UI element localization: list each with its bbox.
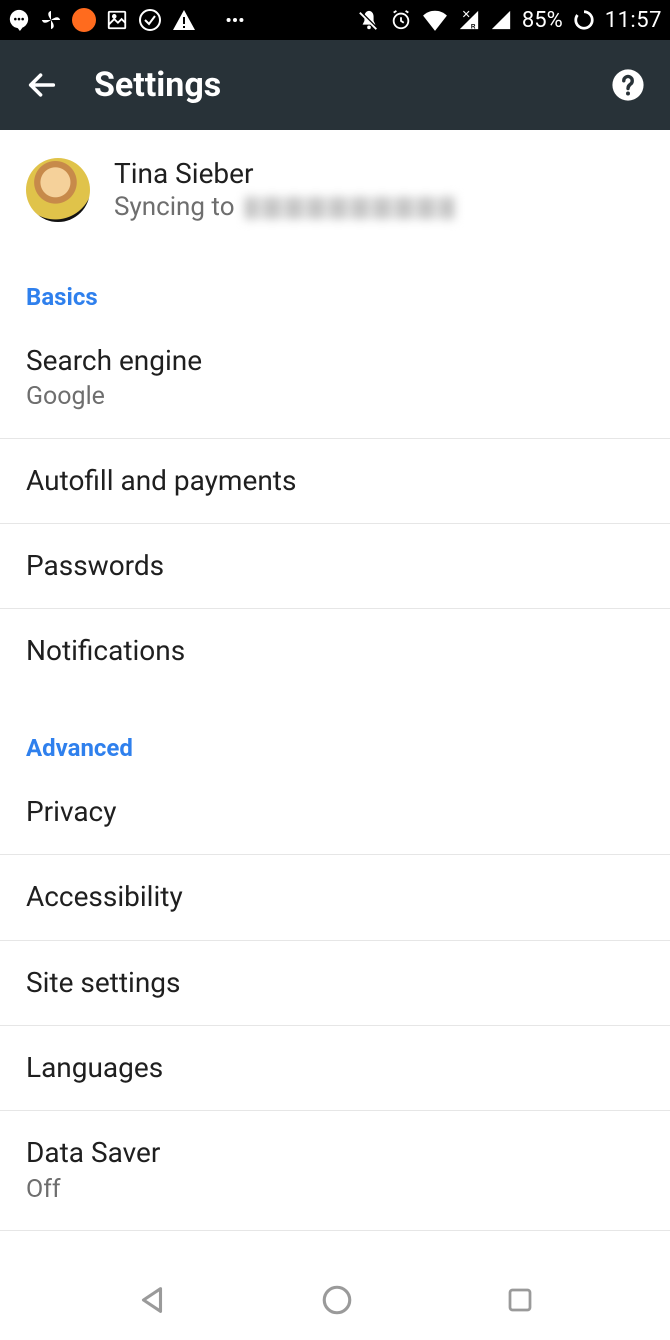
setting-title: Languages xyxy=(26,1050,644,1086)
setting-title: Site settings xyxy=(26,965,644,1001)
section-header-basics: Basics xyxy=(0,243,670,319)
status-left-icons xyxy=(8,7,246,33)
settings-content: Tina Sieber Syncing to Basics Search eng… xyxy=(0,130,670,1260)
nav-home-button[interactable] xyxy=(320,1283,354,1317)
alarm-icon xyxy=(390,7,412,33)
setting-autofill-payments[interactable]: Autofill and payments xyxy=(0,439,670,524)
setting-title: Search engine xyxy=(26,343,644,379)
setting-subtitle: Off xyxy=(26,1174,644,1207)
orange-dot-icon xyxy=(72,7,96,33)
setting-accessibility[interactable]: Accessibility xyxy=(0,855,670,940)
warning-icon xyxy=(172,7,196,33)
svg-text:R: R xyxy=(471,23,476,30)
battery-ring-icon xyxy=(573,7,595,33)
setting-title: Data Saver xyxy=(26,1135,644,1171)
battery-percent: 85% xyxy=(522,8,563,33)
svg-text:✕: ✕ xyxy=(462,9,471,21)
pinwheel-icon xyxy=(40,7,62,33)
blurred-email xyxy=(245,197,455,219)
section-header-advanced: Advanced xyxy=(0,694,670,770)
setting-site-settings[interactable]: Site settings xyxy=(0,941,670,1026)
back-button[interactable] xyxy=(18,61,66,109)
avatar xyxy=(26,158,90,222)
setting-title: Notifications xyxy=(26,633,644,669)
account-row[interactable]: Tina Sieber Syncing to xyxy=(0,130,670,243)
setting-title: Accessibility xyxy=(26,879,644,915)
setting-title: Autofill and payments xyxy=(26,463,644,499)
page-title: Settings xyxy=(94,65,576,105)
system-nav-bar xyxy=(0,1260,670,1340)
signal-roaming-icon: R✕ xyxy=(458,7,480,33)
help-button[interactable] xyxy=(604,61,652,109)
setting-passwords[interactable]: Passwords xyxy=(0,524,670,609)
wifi-icon xyxy=(422,7,448,33)
setting-privacy[interactable]: Privacy xyxy=(0,770,670,855)
signal-icon xyxy=(490,7,512,33)
setting-languages[interactable]: Languages xyxy=(0,1026,670,1111)
clock-time: 11:57 xyxy=(605,8,662,33)
setting-search-engine[interactable]: Search engine Google xyxy=(0,319,670,439)
check-circle-icon xyxy=(138,7,162,33)
picture-icon xyxy=(106,7,128,33)
nav-back-button[interactable] xyxy=(135,1283,169,1317)
setting-notifications[interactable]: Notifications xyxy=(0,609,670,693)
sync-prefix: Syncing to xyxy=(114,192,235,222)
app-bar: Settings xyxy=(0,40,670,130)
status-right-icons: R✕ 85% 11:57 xyxy=(358,7,662,33)
setting-subtitle: Google xyxy=(26,381,644,414)
account-name: Tina Sieber xyxy=(114,156,455,191)
bell-off-icon xyxy=(358,7,380,33)
account-sync-status: Syncing to xyxy=(114,191,455,225)
chat-icon xyxy=(8,7,30,33)
setting-title: Privacy xyxy=(26,794,644,830)
setting-data-saver[interactable]: Data Saver Off xyxy=(0,1111,670,1231)
nav-recents-button[interactable] xyxy=(505,1285,535,1315)
status-bar: R✕ 85% 11:57 xyxy=(0,0,670,40)
setting-title: Passwords xyxy=(26,548,644,584)
more-dots-icon xyxy=(224,7,246,33)
